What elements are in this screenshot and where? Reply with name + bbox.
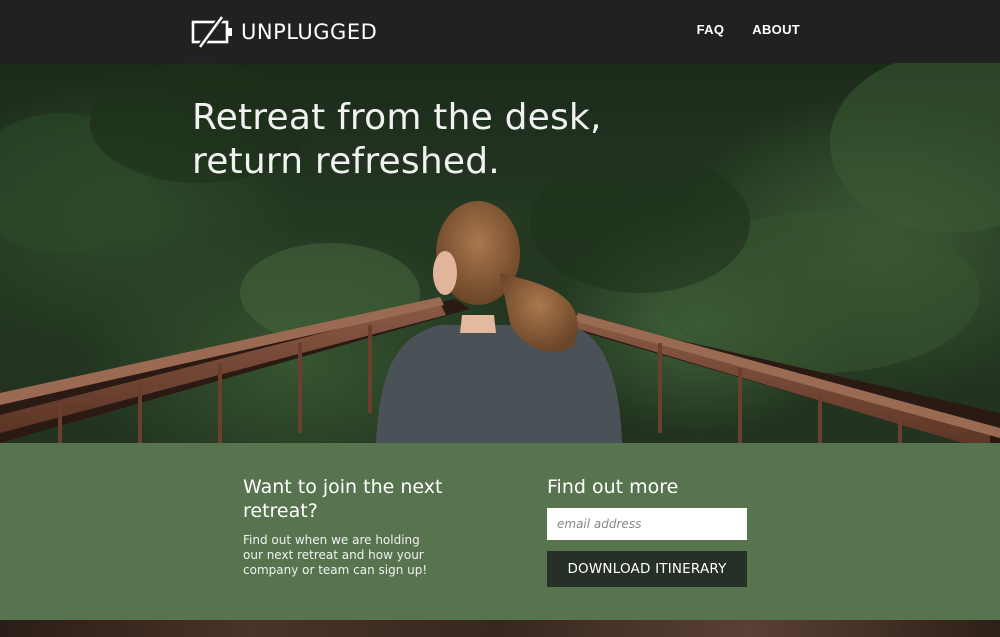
retreat-heading: Want to join the next retreat?: [243, 476, 443, 522]
next-section-image-edge: [0, 620, 1000, 637]
signup-form: Find out more DOWNLOAD ITINERARY: [547, 475, 747, 587]
unplugged-battery-icon: [191, 16, 235, 48]
hero-section: Retreat from the desk, return refreshed.: [0, 63, 1000, 443]
hero-headline-line-2: return refreshed.: [192, 141, 500, 182]
brand-name: UNPLUGGED: [241, 20, 378, 44]
retreat-description: Find out when we are holding our next re…: [243, 533, 428, 577]
main-nav: FAQ ABOUT: [697, 22, 800, 37]
retreat-info: Want to join the next retreat? Find out …: [243, 475, 473, 578]
nav-link-faq[interactable]: FAQ: [697, 22, 725, 37]
hero-headline: Retreat from the desk, return refreshed.: [192, 96, 712, 184]
top-navigation-bar: UNPLUGGED FAQ ABOUT: [0, 0, 1000, 63]
form-heading: Find out more: [547, 476, 679, 498]
download-itinerary-button[interactable]: DOWNLOAD ITINERARY: [547, 551, 747, 587]
hero-headline-line-1: Retreat from the desk,: [192, 97, 602, 138]
signup-section: Want to join the next retreat? Find out …: [0, 443, 1000, 620]
brand-logo[interactable]: UNPLUGGED: [191, 16, 377, 48]
nav-link-about[interactable]: ABOUT: [752, 22, 800, 37]
email-input[interactable]: [547, 508, 747, 540]
